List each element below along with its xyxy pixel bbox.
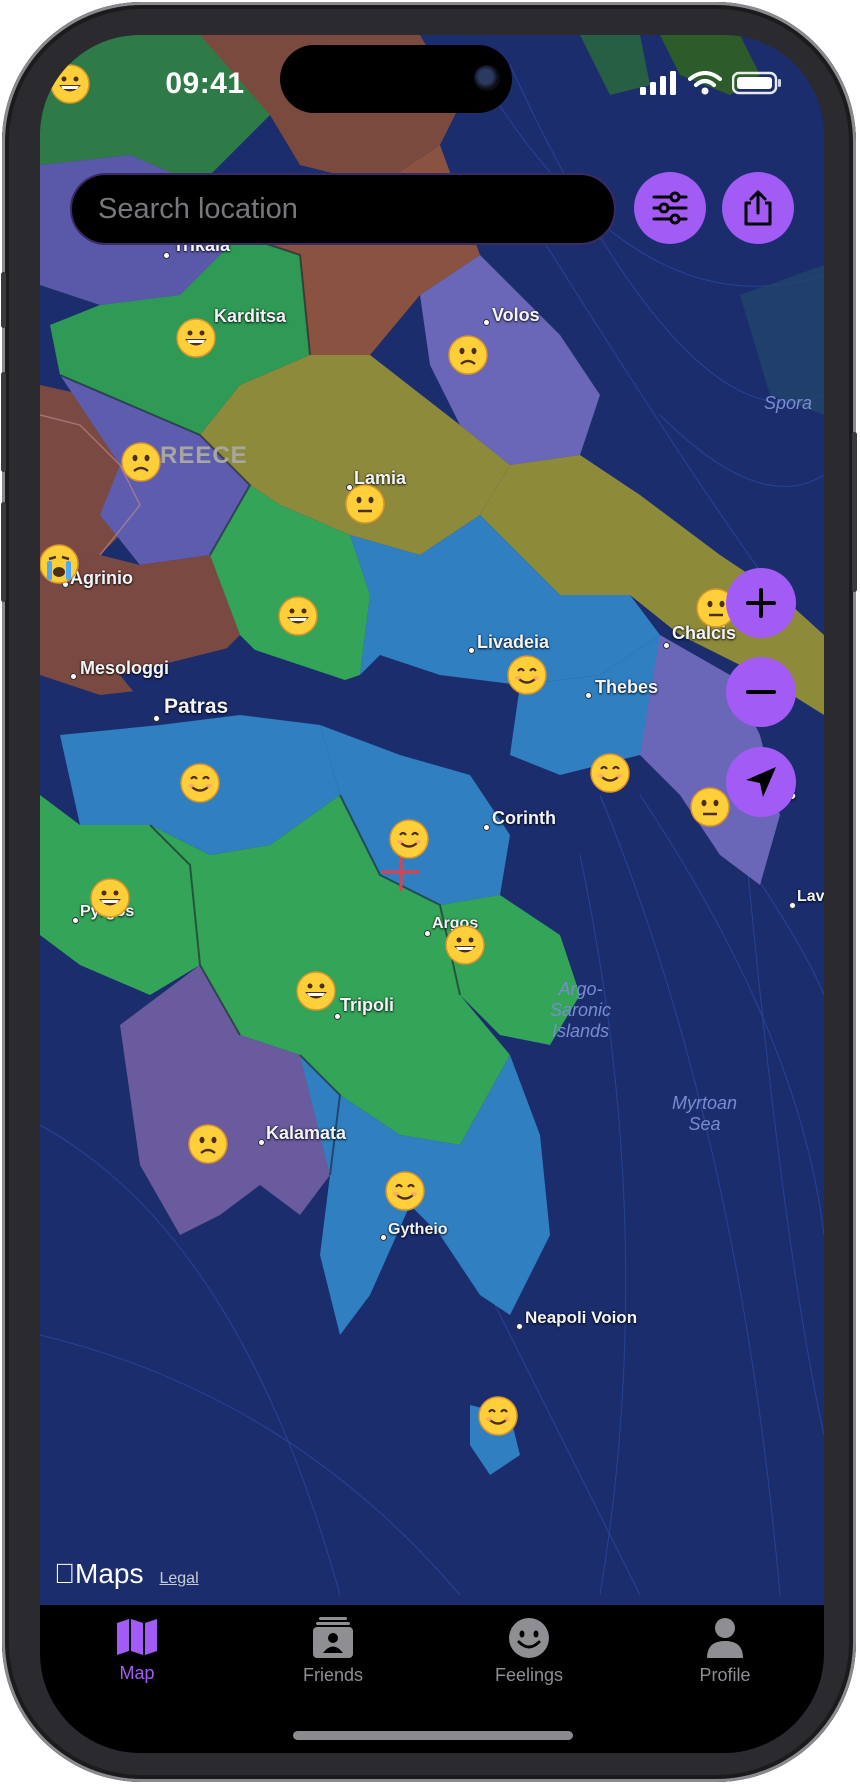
city-dot	[468, 647, 475, 654]
status-icons	[640, 71, 782, 95]
home-indicator[interactable]	[293, 1731, 573, 1740]
legal-link[interactable]: Legal	[159, 1570, 198, 1588]
share-icon	[744, 190, 772, 226]
tab-label: Friends	[302, 1665, 364, 1685]
smiling-face-icon[interactable]	[590, 753, 630, 793]
city-dot	[789, 902, 796, 909]
city-label-livadeia: Livadeia	[477, 632, 550, 652]
friends-card-icon	[313, 1617, 353, 1658]
tab-profile[interactable]: Profile	[650, 1617, 800, 1686]
city-dot	[663, 642, 670, 649]
city-label-gytheio: Gytheio	[388, 1221, 448, 1238]
tab-label: Feelings	[494, 1665, 564, 1685]
wifi-icon	[688, 71, 722, 95]
sea-label-argo-saronic: Argo- Saronic Islands	[550, 979, 612, 1041]
city-dot	[516, 1323, 523, 1330]
city-dot	[163, 252, 170, 259]
smiling-face-icon[interactable]	[507, 655, 547, 695]
city-label-agrinio: Agrinio	[70, 568, 133, 588]
grinning-face-icon[interactable]	[445, 925, 485, 965]
search-bar[interactable]: Search location	[70, 173, 616, 245]
grinning-face-icon[interactable]	[296, 971, 336, 1011]
battery-icon	[732, 71, 781, 95]
slightly-frowning-face-icon[interactable]	[448, 335, 488, 375]
tab-label: Profile	[699, 1665, 751, 1685]
sea-label-myrtoan: Myrtoan Sea	[672, 1093, 738, 1134]
plus-icon	[746, 588, 776, 618]
power-button	[852, 432, 857, 592]
apple-maps-logo: Maps	[54, 1558, 143, 1589]
smiley-icon	[509, 1618, 549, 1658]
city-label-mesologgi: Mesologgi	[80, 658, 169, 678]
grinning-face-icon[interactable]	[90, 878, 130, 918]
city-dot	[153, 715, 160, 722]
region-label-greece: REECE	[160, 442, 248, 469]
city-label-lavrio: Lav	[797, 888, 824, 905]
map-icon	[117, 1619, 157, 1655]
smiling-face-icon[interactable]	[180, 763, 220, 803]
cellular-signal-icon	[640, 71, 676, 95]
slightly-frowning-face-icon[interactable]	[121, 442, 161, 482]
city-label-tripoli: Tripoli	[340, 995, 394, 1015]
map-canvas[interactable]: REECE Trikala Karditsa Volos Lamia Agrin…	[40, 35, 824, 1605]
location-arrow-icon	[746, 767, 776, 797]
tab-map[interactable]: Map	[62, 1617, 212, 1684]
city-label-neapoli-voion: Neapoli Voion	[525, 1308, 638, 1327]
smiling-face-icon[interactable]	[389, 819, 429, 859]
locate-me-button[interactable]	[726, 747, 796, 817]
city-label-corinth: Corinth	[492, 808, 556, 828]
city-label-thebes: Thebes	[595, 677, 659, 697]
neutral-face-icon[interactable]	[690, 787, 730, 827]
person-icon	[707, 1618, 743, 1658]
grinning-face-icon[interactable]	[278, 596, 318, 636]
city-dot	[585, 692, 592, 699]
maps-attribution: Maps Legal	[54, 1558, 199, 1590]
phone-frame: REECE Trikala Karditsa Volos Lamia Agrin…	[1, 2, 857, 1782]
share-button[interactable]	[722, 172, 794, 244]
apple-logo-icon: 	[54, 1558, 75, 1589]
screen: REECE Trikala Karditsa Volos Lamia Agrin…	[40, 35, 824, 1753]
grinning-face-icon[interactable]	[50, 64, 90, 104]
smiling-face-icon[interactable]	[478, 1396, 518, 1436]
volume-up-button	[1, 372, 6, 472]
city-dot	[258, 1139, 265, 1146]
sliders-icon	[652, 191, 688, 225]
volume-down-button	[1, 502, 6, 602]
crying-face-icon[interactable]	[40, 544, 79, 584]
sea-label-sporades: Spora	[764, 393, 813, 413]
zoom-in-button[interactable]	[726, 568, 796, 638]
filter-button[interactable]	[634, 172, 706, 244]
city-label-kalamata: Kalamata	[266, 1123, 347, 1143]
search-input-placeholder[interactable]: Search location	[98, 193, 298, 226]
tab-label: Map	[119, 1663, 155, 1683]
status-time: 09:41	[165, 67, 245, 100]
zoom-out-button[interactable]	[726, 657, 796, 727]
mute-switch	[1, 272, 6, 328]
city-dot	[70, 673, 77, 680]
tab-friends[interactable]: Friends	[258, 1617, 408, 1686]
smiling-face-icon[interactable]	[385, 1171, 425, 1211]
city-dot	[483, 824, 490, 831]
city-label-volos: Volos	[492, 305, 540, 325]
tab-feelings[interactable]: Feelings	[454, 1617, 604, 1686]
city-label-karditsa: Karditsa	[214, 306, 287, 326]
city-dot	[72, 917, 79, 924]
city-dot	[424, 930, 431, 937]
grinning-face-icon[interactable]	[176, 318, 216, 358]
city-dot	[380, 1234, 387, 1241]
front-camera	[474, 65, 500, 91]
minus-icon	[746, 690, 776, 694]
city-dot	[483, 319, 490, 326]
neutral-face-icon[interactable]	[345, 484, 385, 524]
slightly-frowning-face-icon[interactable]	[188, 1124, 228, 1164]
city-label-patras: Patras	[164, 695, 229, 718]
